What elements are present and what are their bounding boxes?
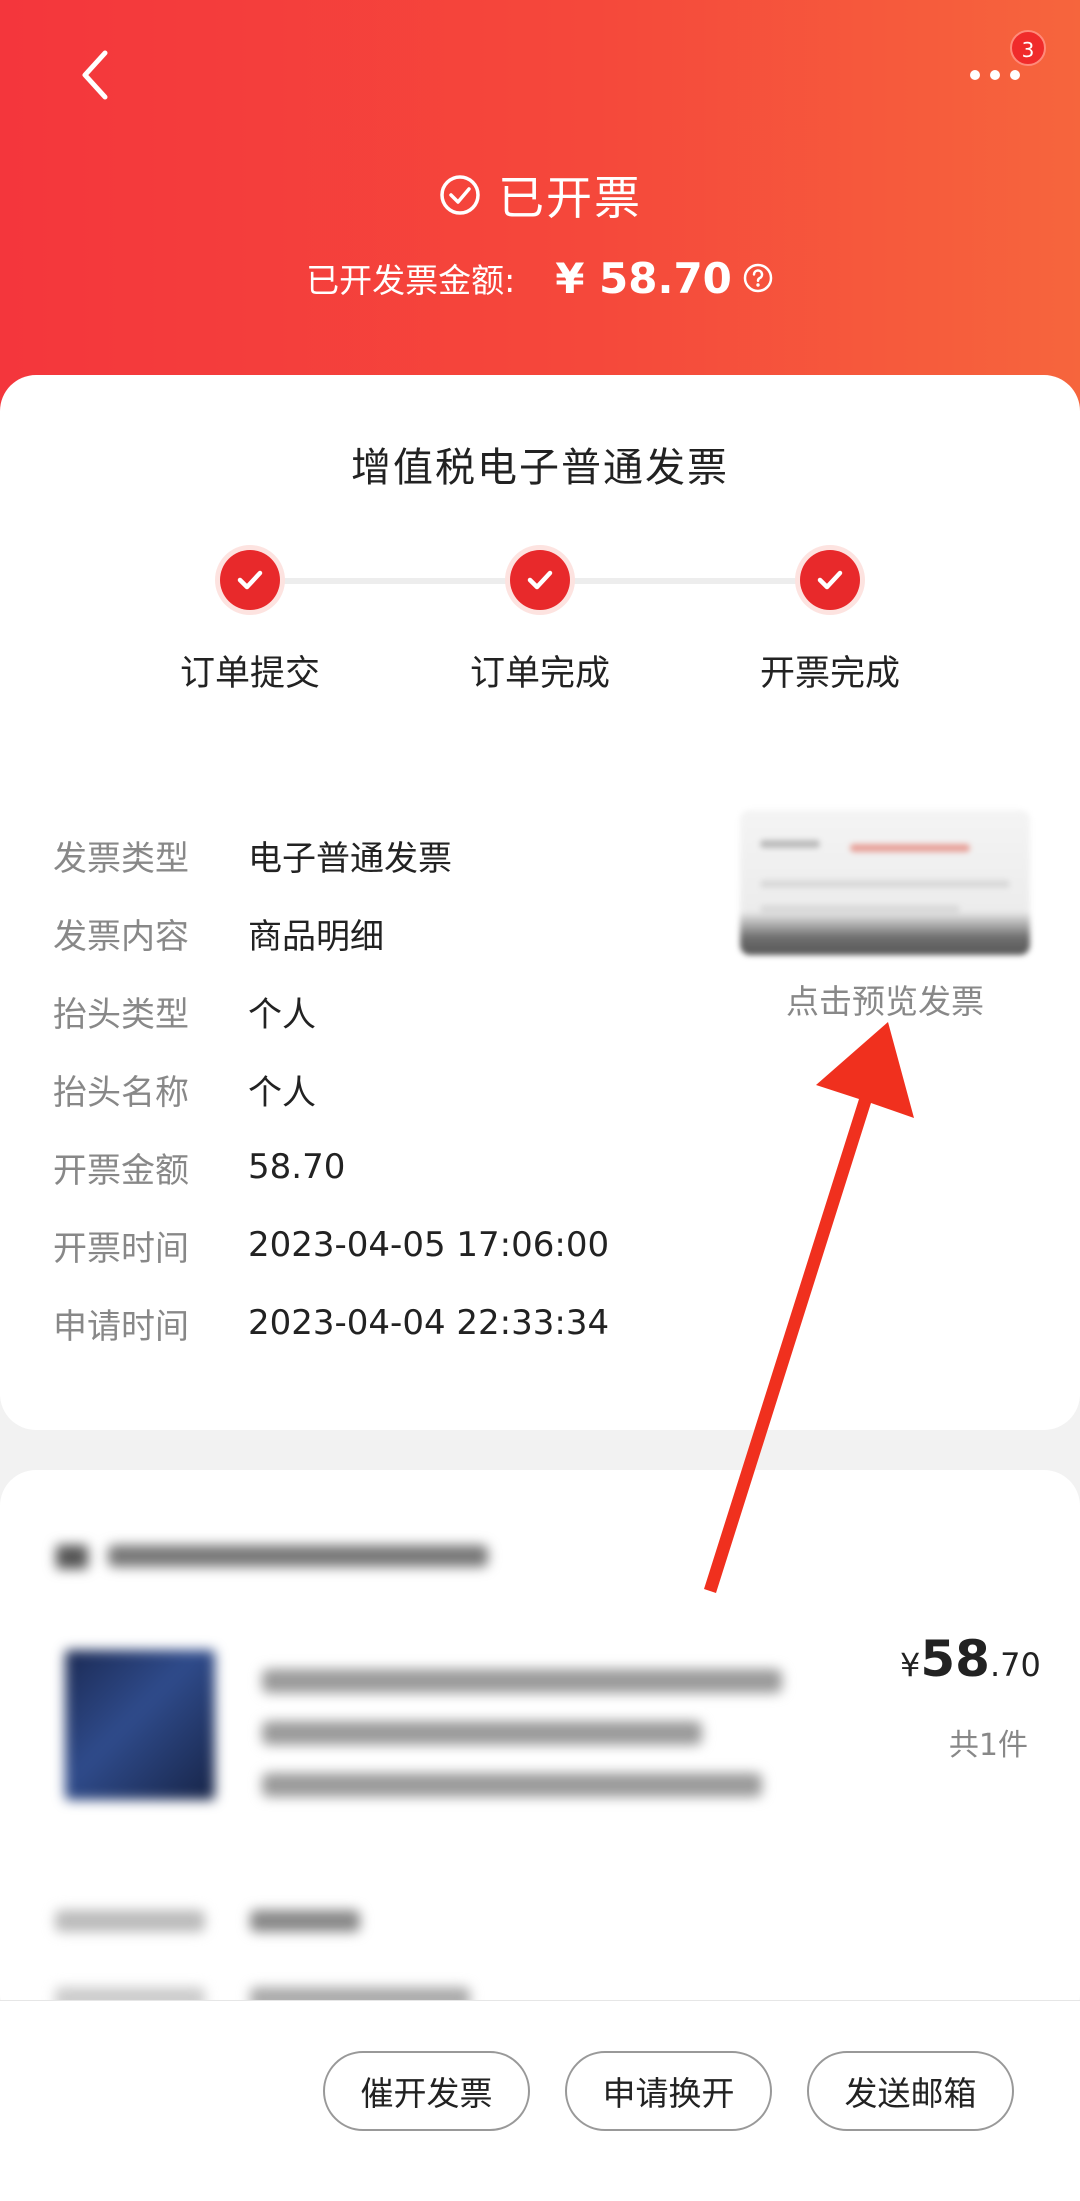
more-dots-icon <box>970 70 1020 80</box>
step-label-order-completed: 订单完成 <box>469 654 610 694</box>
invoice-preview-thumbnail[interactable] <box>740 810 1030 955</box>
header: 3 已开票 已开发票金额: ¥ 58.70 <box>0 0 1080 440</box>
step-label-invoice-completed: 开票完成 <box>759 654 900 694</box>
send-email-button[interactable]: 发送邮箱 <box>807 2051 1014 2131</box>
info-key: 发票类型 <box>53 838 189 879</box>
chevron-left-icon <box>82 50 108 100</box>
store-name-placeholder <box>108 1545 488 1567</box>
preview-invoice-link[interactable]: 点击预览发票 <box>740 975 1030 1023</box>
invoiced-amount-row: 已开发票金额: ¥ 58.70 <box>0 248 1080 308</box>
order-status-row <box>55 1895 475 1945</box>
help-circle-icon[interactable] <box>742 262 774 294</box>
info-key: 开票时间 <box>53 1228 189 1269</box>
store-icon <box>56 1545 88 1569</box>
product-image[interactable] <box>65 1650 215 1800</box>
order-card: ¥58.70 共1件 <box>0 1470 1080 2030</box>
info-value: 个人 <box>248 994 316 1035</box>
status-row: 已开票 <box>0 160 1080 230</box>
price-currency: ¥ <box>900 1646 921 1684</box>
price-decimal: .70 <box>989 1646 1041 1684</box>
remind-invoice-button[interactable]: 催开发票 <box>323 2051 530 2131</box>
info-key: 发票内容 <box>53 916 189 957</box>
step-check-icon <box>220 550 280 610</box>
info-row-invoice-content: 发票内容 商品明细 <box>53 908 384 958</box>
status-title: 已开票 <box>498 171 642 225</box>
progress-line-1 <box>250 578 540 584</box>
step-check-icon <box>800 550 860 610</box>
step-check-icon <box>510 550 570 610</box>
info-key: 抬头名称 <box>53 1072 189 1113</box>
notification-badge: 3 <box>1010 30 1046 66</box>
invoice-type-title: 增值税电子普通发票 <box>351 445 729 491</box>
back-button[interactable] <box>60 40 130 110</box>
info-row-invoice-time: 开票时间 2023-04-05 17:06:00 <box>53 1220 609 1270</box>
info-row-title-type: 抬头类型 个人 <box>53 986 316 1036</box>
invoice-card: 增值税电子普通发票 订单提交 订单完成 开票完成 发票类型 电子普通发票 发票内… <box>0 375 1080 1430</box>
info-value: 58.70 <box>248 1147 346 1187</box>
info-row-invoice-type: 发票类型 电子普通发票 <box>53 830 452 880</box>
info-key: 抬头类型 <box>53 994 189 1035</box>
info-key: 开票金额 <box>53 1150 189 1191</box>
store-row[interactable] <box>52 1530 488 1580</box>
progress-line-2 <box>540 578 830 584</box>
product-price: ¥58.70 <box>900 1630 1041 1688</box>
item-quantity: 共1件 <box>948 1728 1028 1763</box>
bottom-action-bar: 催开发票 申请换开 发送邮箱 <box>0 2000 1080 2201</box>
invoiced-amount-value: ¥ 58.70 <box>555 253 732 303</box>
invoiced-amount-label: 已开发票金额: <box>306 261 516 300</box>
info-value: 2023-04-05 17:06:00 <box>248 1225 610 1265</box>
info-row-invoice-amount: 开票金额 58.70 <box>53 1142 345 1192</box>
info-value: 个人 <box>248 1072 316 1113</box>
reissue-invoice-button[interactable]: 申请换开 <box>565 2051 772 2131</box>
info-key: 申请时间 <box>53 1306 189 1347</box>
info-value: 电子普通发票 <box>248 838 452 879</box>
step-label-order-submitted: 订单提交 <box>179 654 320 694</box>
check-circle-icon <box>440 175 480 215</box>
info-value: 2023-04-04 22:33:34 <box>248 1303 610 1343</box>
product-name-blurred[interactable] <box>262 1655 802 1820</box>
info-value: 商品明细 <box>248 916 384 957</box>
info-row-title-name: 抬头名称 个人 <box>53 1064 316 1114</box>
info-row-apply-time: 申请时间 2023-04-04 22:33:34 <box>53 1298 609 1348</box>
price-integer: 58 <box>920 1630 990 1688</box>
